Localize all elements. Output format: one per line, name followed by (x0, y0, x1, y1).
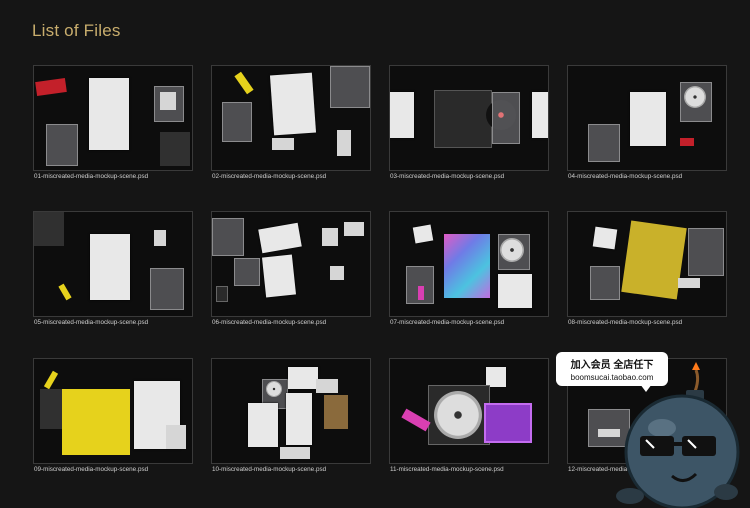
file-name[interactable]: 02-miscreated-media-mockup-scene.psd (212, 173, 326, 180)
bomb-mascot-icon (616, 362, 740, 508)
file-name[interactable]: 10-miscreated-media-mockup-scene.psd (212, 466, 326, 473)
file-name[interactable]: 04-miscreated-media-mockup-scene.psd (568, 173, 682, 180)
file-name[interactable]: 08-miscreated-media-mockup-scene.psd (568, 319, 682, 326)
file-thumbnail[interactable] (389, 65, 549, 171)
file-thumbnail[interactable] (211, 211, 371, 317)
file-name[interactable]: 03-miscreated-media-mockup-scene.psd (390, 173, 504, 180)
file-thumbnail[interactable] (33, 358, 193, 464)
file-name[interactable]: 01-miscreated-media-mockup-scene.psd (34, 173, 148, 180)
page-title: List of Files (32, 21, 121, 40)
file-thumbnail[interactable] (211, 358, 371, 464)
file-thumbnail[interactable] (389, 358, 549, 464)
file-name[interactable]: 06-miscreated-media-mockup-scene.psd (212, 319, 326, 326)
file-name[interactable]: 11-miscreated-media-mockup-scene.psd (390, 466, 504, 473)
file-thumbnail[interactable] (567, 65, 727, 171)
file-thumbnail[interactable] (389, 211, 549, 317)
file-name[interactable]: 09-miscreated-media-mockup-scene.psd (34, 466, 148, 473)
file-thumbnail[interactable] (33, 65, 193, 171)
file-thumbnail[interactable] (211, 65, 371, 171)
file-name[interactable]: 07-miscreated-media-mockup-scene.psd (390, 319, 504, 326)
file-name[interactable]: 05-miscreated-media-mockup-scene.psd (34, 319, 148, 326)
file-thumbnail[interactable] (567, 211, 727, 317)
file-thumbnail[interactable] (33, 211, 193, 317)
